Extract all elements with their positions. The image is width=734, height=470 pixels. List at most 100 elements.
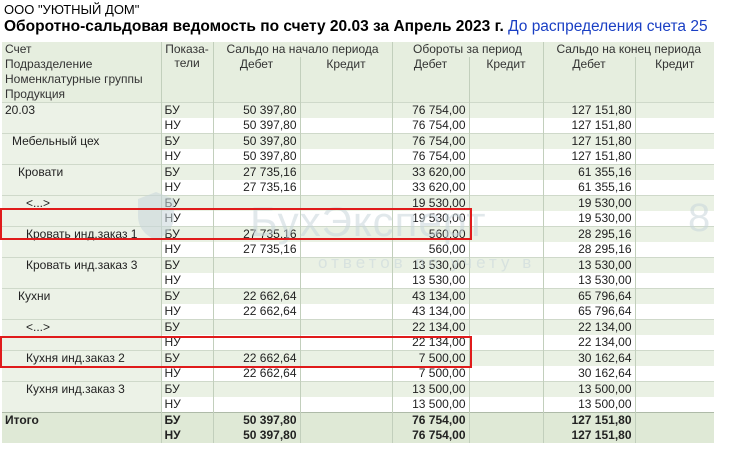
value-cell <box>468 304 543 320</box>
value-cell <box>468 288 543 304</box>
value-cell: 127 151,80 <box>542 102 635 118</box>
header-turnover: Обороты за период <box>391 42 543 57</box>
value-cell: 127 151,80 <box>542 149 635 165</box>
header-blank <box>542 72 635 87</box>
value-cell: 50 397,80 <box>212 118 300 134</box>
header-saldo-end: Сальдо на конец периода <box>542 42 714 57</box>
header-blank <box>299 87 392 103</box>
header-left-2: Номенклатурные группы <box>2 72 161 87</box>
header-blank <box>212 72 300 87</box>
value-cell <box>468 257 543 273</box>
value-cell <box>299 273 392 289</box>
header-blank <box>299 72 392 87</box>
value-cell: 127 151,80 <box>542 412 635 428</box>
row-label: <...> <box>2 195 161 227</box>
value-cell <box>299 428 392 443</box>
value-cell <box>468 319 543 335</box>
report-title-text: Оборотно-сальдовая ведомость по счету 20… <box>4 18 504 35</box>
header-blank <box>468 72 543 87</box>
value-cell <box>299 397 392 413</box>
value-cell: 30 162,64 <box>542 366 635 382</box>
value-cell <box>634 195 714 211</box>
table-row: <...> БУ 22 134,00 22 134,00 <box>2 319 714 351</box>
value-cell: 50 397,80 <box>212 133 300 149</box>
value-cell <box>634 211 714 227</box>
value-cell <box>299 319 392 335</box>
value-cell <box>212 319 300 335</box>
value-cell <box>634 397 714 413</box>
value-cell <box>468 412 543 428</box>
value-cell: 127 151,80 <box>542 118 635 134</box>
value-cell: 22 134,00 <box>542 335 635 351</box>
value-cell <box>634 102 714 118</box>
value-cell: 19 530,00 <box>542 195 635 211</box>
header-blank <box>391 87 469 103</box>
value-cell <box>468 366 543 382</box>
value-cell: 76 754,00 <box>391 118 469 134</box>
row-label: Итого <box>2 412 161 443</box>
value-cell: 33 620,00 <box>391 180 469 196</box>
value-cell <box>299 412 392 428</box>
value-cell: 27 735,16 <box>212 242 300 258</box>
value-cell: 22 134,00 <box>391 335 469 351</box>
value-cell: 22 662,64 <box>212 288 300 304</box>
table-row: 20.03 БУ 50 397,80 76 754,00 127 151,80 <box>2 102 714 134</box>
value-cell <box>212 397 300 413</box>
value-cell: 76 754,00 <box>391 102 469 118</box>
row-label: Кровать инд.заказ 3 <box>2 257 161 289</box>
value-cell <box>468 118 543 134</box>
value-cell <box>634 412 714 428</box>
header-left-3: Продукция <box>2 87 161 103</box>
value-cell: 22 134,00 <box>542 319 635 335</box>
value-cell: 19 530,00 <box>542 211 635 227</box>
report-title: Оборотно-сальдовая ведомость по счету 20… <box>4 18 708 36</box>
header-debet: Дебет <box>391 57 469 72</box>
value-cell: 50 397,80 <box>212 102 300 118</box>
value-cell <box>299 350 392 366</box>
header-blank <box>542 87 635 103</box>
value-cell: 13 530,00 <box>542 273 635 289</box>
indicator-cell: БУ <box>160 257 213 273</box>
value-cell: 76 754,00 <box>391 149 469 165</box>
table-row: Мебельный цех БУ 50 397,80 76 754,00 127 151… <box>2 133 714 165</box>
value-cell: 560,00 <box>391 242 469 258</box>
header-saldo-start: Сальдо на начало периода <box>212 42 392 57</box>
value-cell: 13 530,00 <box>391 257 469 273</box>
value-cell: 19 530,00 <box>391 211 469 227</box>
value-cell <box>468 335 543 351</box>
total-row: Итого БУ 50 397,80 76 754,00 127 151,80 <box>2 412 714 443</box>
value-cell <box>468 226 543 242</box>
table-row: Кровать инд.заказ 3 БУ 13 530,00 13 530,00 <box>2 257 714 289</box>
value-cell <box>634 164 714 180</box>
value-cell <box>634 133 714 149</box>
value-cell <box>634 273 714 289</box>
value-cell: 13 530,00 <box>542 257 635 273</box>
value-cell: 13 500,00 <box>391 397 469 413</box>
value-cell <box>299 381 392 397</box>
header-pokazateli: Показа- тели <box>160 42 213 103</box>
indicator-cell: НУ <box>160 304 213 320</box>
value-cell: 61 355,16 <box>542 164 635 180</box>
value-cell <box>468 381 543 397</box>
value-cell <box>468 102 543 118</box>
value-cell <box>468 350 543 366</box>
value-cell <box>468 397 543 413</box>
value-cell <box>212 335 300 351</box>
value-cell: 19 530,00 <box>391 195 469 211</box>
distribution-link[interactable]: До распределения счета 25 <box>508 18 707 35</box>
value-cell <box>634 149 714 165</box>
table-row: Кухни БУ 22 662,64 43 134,00 65 796,64 <box>2 288 714 320</box>
value-cell <box>299 211 392 227</box>
value-cell: 76 754,00 <box>391 133 469 149</box>
row-label: <...> <box>2 319 161 351</box>
value-cell: 65 796,64 <box>542 288 635 304</box>
indicator-cell: НУ <box>160 428 213 443</box>
indicator-cell: НУ <box>160 211 213 227</box>
value-cell: 22 662,64 <box>212 304 300 320</box>
value-cell: 127 151,80 <box>542 133 635 149</box>
value-cell <box>468 428 543 443</box>
value-cell <box>299 164 392 180</box>
value-cell: 50 397,80 <box>212 149 300 165</box>
organization-name: ООО "УЮТНЫЙ ДОМ" <box>4 2 140 17</box>
header-blank <box>634 72 714 87</box>
